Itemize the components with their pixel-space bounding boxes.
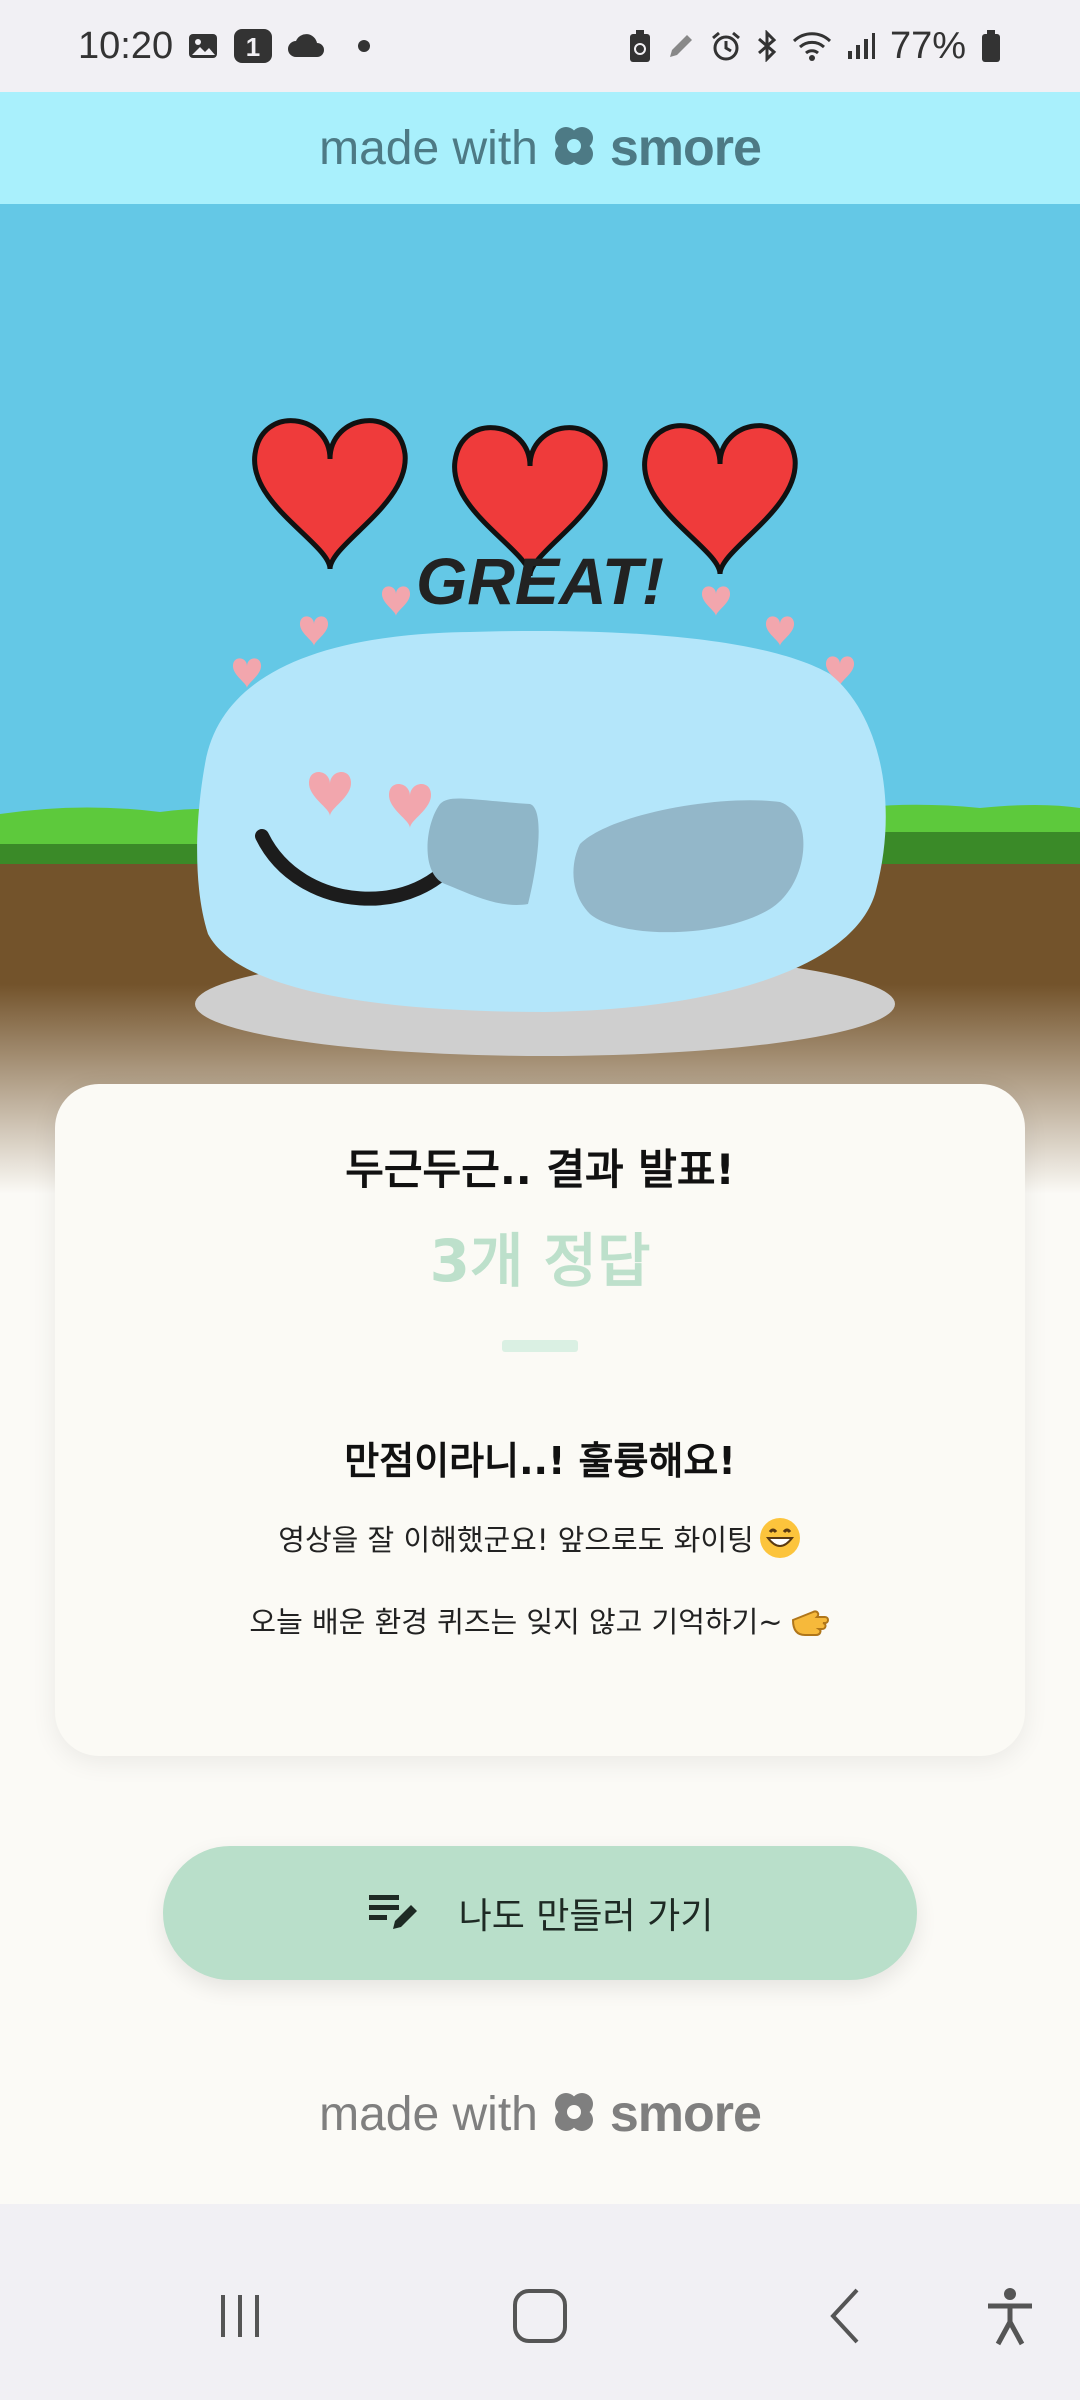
back-icon — [825, 2286, 865, 2350]
result-title: 두근두근.. 결과 발표! — [345, 1145, 735, 1194]
status-left: 10:20 1 — [78, 25, 371, 68]
notification-count-icon: 1 — [233, 28, 273, 64]
hero-illustration: GREAT! — [0, 204, 1080, 1194]
result-headline: 만점이라니..! 훌륭해요! — [344, 1439, 736, 1483]
hero-title: GREAT! — [416, 544, 664, 618]
signal-icon — [846, 31, 876, 61]
make-my-own-button[interactable]: 나도 만들러 가기 — [163, 1846, 917, 1980]
result-card: 두근두근.. 결과 발표! 3개 정답 만점이라니..! 훌륭해요! 영상을 잘… — [55, 1084, 1025, 1756]
result-message-line-1: 영상을 잘 이해했군요! 앞으로도 화이팅 — [55, 1516, 1025, 1560]
pointing-hand-icon — [787, 1598, 831, 1642]
recent-apps-button[interactable] — [190, 2236, 290, 2400]
status-right: 77% — [628, 25, 1002, 68]
status-bar: 10:20 1 77% — [0, 0, 1080, 92]
smore-logo-icon — [552, 124, 596, 172]
gallery-icon — [187, 30, 219, 62]
make-my-own-label: 나도 만들러 가기 — [458, 1896, 714, 1937]
back-button[interactable] — [795, 2236, 895, 2400]
footer-made-with-label: made with — [319, 2087, 538, 2141]
home-icon — [512, 2288, 568, 2348]
accessibility-icon — [984, 2286, 1036, 2350]
recent-apps-icon — [213, 2289, 267, 2347]
result-score: 3개 정답 — [429, 1227, 651, 1295]
navigation-bar — [0, 2236, 1080, 2400]
result-message-line-2: 오늘 배운 환경 퀴즈는 잊지 않고 기억하기~ — [55, 1598, 1025, 1642]
cloud-icon — [287, 33, 325, 59]
bluetooth-icon — [756, 30, 778, 62]
battery-percent: 77% — [889, 24, 966, 67]
made-with-smore-banner[interactable]: made with smore — [0, 92, 1080, 204]
made-with-label: made with — [319, 121, 538, 175]
smore-logo-icon — [552, 2090, 596, 2138]
smore-brand: smore — [609, 119, 762, 177]
result-message-2-text: 오늘 배운 환경 퀴즈는 잊지 않고 기억하기~ — [249, 1605, 783, 1639]
grinning-face-icon — [758, 1516, 802, 1560]
result-message-1-text: 영상을 잘 이해했군요! 앞으로도 화이팅 — [278, 1523, 754, 1557]
footer-smore-brand: smore — [609, 2085, 762, 2143]
wifi-icon — [792, 30, 832, 62]
battery-saver-icon — [628, 29, 652, 63]
dot-icon — [357, 39, 371, 53]
content-area: GREAT! 두근두근.. 결과 발표! 3개 정답 만점이라니..! 훌륭해요… — [0, 204, 1080, 2204]
edit-list-icon — [367, 1889, 419, 1937]
pen-icon — [666, 31, 696, 61]
notification-count: 1 — [246, 32, 260, 62]
footer-made-with-smore[interactable]: made with smore — [0, 2084, 1080, 2144]
alarm-icon — [710, 30, 742, 62]
status-time: 10:20 — [78, 24, 174, 67]
battery-icon — [980, 29, 1002, 63]
home-button[interactable] — [490, 2236, 590, 2400]
divider — [502, 1340, 578, 1352]
accessibility-button[interactable] — [960, 2236, 1060, 2400]
